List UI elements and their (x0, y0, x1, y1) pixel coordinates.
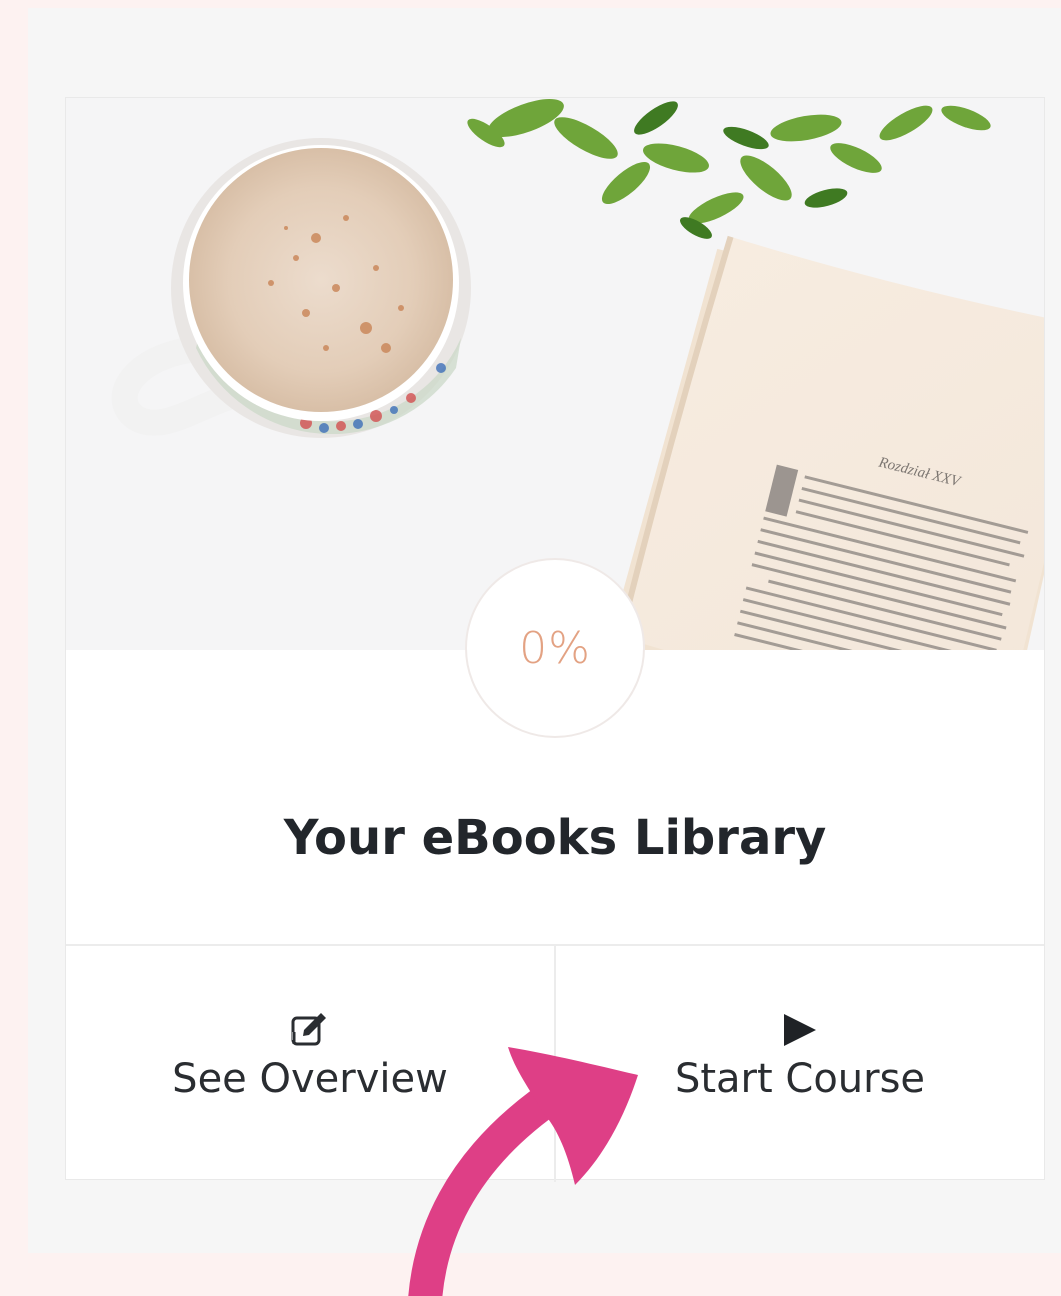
course-actions: See Overview Start Course (66, 944, 1044, 1182)
start-course-button[interactable]: Start Course (554, 946, 1044, 1182)
start-course-label: Start Course (674, 1056, 926, 1102)
see-overview-label: See Overview (172, 1056, 448, 1102)
edit-icon (291, 1013, 326, 1046)
course-card: Rozdział XXV 0% Your eBooks Library See … (65, 97, 1045, 1182)
progress-indicator: 0% (465, 558, 645, 738)
course-title: Your eBooks Library (283, 810, 827, 866)
play-icon (784, 1014, 816, 1046)
progress-value: 0% (519, 622, 591, 674)
see-overview-button[interactable]: See Overview (66, 946, 554, 1182)
